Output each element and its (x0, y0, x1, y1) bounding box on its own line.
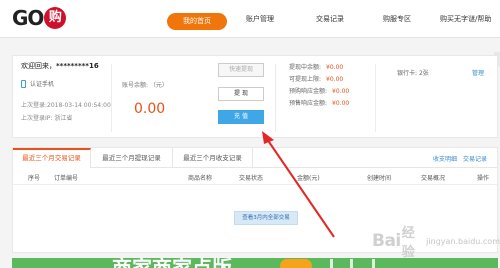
nav-item-account[interactable]: 账户管理 (246, 14, 274, 24)
records-tabs: 最近三个月交易记录 最近三个月提现记录 最近三个月收支记录 收支明细 交易记录 (13, 148, 497, 168)
banner-text: 商家商家点版 (112, 258, 232, 268)
tab-income-records[interactable]: 最近三个月收支记录 (173, 148, 253, 168)
last-login-label: 上次登录: (21, 102, 48, 109)
stat-presale-buy: 预购响应金额: ¥0.00 (289, 86, 349, 95)
column-header: 交易状态 (239, 175, 264, 182)
nav-item-home[interactable]: 我的首页 (167, 13, 227, 30)
last-login-ip: 上次登录IP: 浙江省 (21, 113, 72, 122)
stat-withdrawing: 提现中余额: ¥0.00 (289, 62, 343, 71)
watermark-sub: jingyan.baidu.com (426, 236, 500, 246)
records-table-header: 序号 订单编号 商品名称 交易状态 金额(元) 创建时间 交易概况 操作 (13, 168, 497, 185)
welcome-text: 欢迎回来，*********16 (21, 61, 99, 71)
balance-label: 账号余额: （元） (122, 82, 168, 89)
nav-item-transactions[interactable]: 交易记录 (316, 14, 344, 24)
stat-value: ¥0.00 (326, 64, 344, 71)
last-login-value: 2018-03-14 00:54:00 (47, 102, 111, 109)
panel-divider (275, 64, 276, 132)
express-withdraw-button[interactable]: 快速提现 (218, 63, 264, 77)
stat-value: ¥0.00 (332, 88, 350, 95)
account-panel: 欢迎回来，*********16 认证手机 上次登录:2018-03-14 00… (12, 55, 498, 138)
tab-trade-records[interactable]: 最近三个月交易记录 (13, 148, 91, 168)
bank-card-info: 银行卡: 2张 (397, 68, 429, 77)
banner-decoration (350, 259, 353, 268)
baidu-watermark: Bai 经验 jingyan.baidu.com (372, 222, 500, 260)
phone-verified[interactable]: 认证手机 (21, 79, 54, 88)
phone-icon (21, 79, 26, 88)
nav-item-service[interactable]: 购服专区 (383, 14, 411, 24)
banner-tag (280, 259, 312, 268)
greeting: 欢迎回来， (21, 62, 56, 70)
last-login-time: 上次登录:2018-03-14 00:54:00 (21, 100, 111, 109)
stat-label: 预售响应金额: (289, 100, 328, 107)
recharge-button[interactable]: 充 值 (218, 110, 264, 124)
site-logo[interactable]: GO 购 (12, 6, 67, 30)
username: *********16 (56, 62, 99, 70)
panel-divider (111, 64, 112, 132)
column-header: 订单编号 (54, 175, 79, 182)
column-header: 操作 (477, 175, 490, 182)
column-header: 创建时间 (367, 175, 392, 182)
stat-presale-sell: 预售响应金额: ¥0.00 (289, 98, 349, 107)
column-header: 商品名称 (188, 175, 213, 182)
view-all-trades-button[interactable]: 查看3月内全部交易 (234, 211, 298, 225)
last-login-ip-value: 浙江省 (54, 115, 73, 122)
panel-divider (375, 64, 376, 132)
bank-count: 2张 (418, 70, 429, 77)
balance-value: 0.00 (134, 101, 166, 117)
column-header: 交易概况 (421, 175, 446, 182)
last-login-ip-label: 上次登录IP: (21, 115, 53, 122)
trade-records-link[interactable]: 交易记录 (463, 154, 487, 163)
bank-label: 银行卡: (397, 70, 418, 77)
stat-label: 预购响应金额: (289, 88, 328, 95)
nav-item-help[interactable]: 购买无字谜/帮助 (440, 14, 491, 24)
watermark-brand-2: 经验 (401, 226, 415, 260)
watermark-brand: Bai (372, 231, 401, 251)
logo-text: GO (12, 6, 44, 30)
top-header: GO 购 我的首页 账户管理 交易记录 购服专区 购买无字谜/帮助 (0, 0, 500, 38)
income-detail-link[interactable]: 收支明细 (433, 154, 457, 163)
tab-withdraw-records[interactable]: 最近三个月提现记录 (91, 148, 173, 168)
stat-label: 可提现上限: (289, 76, 322, 83)
withdraw-button[interactable]: 提 现 (218, 87, 264, 101)
stat-withdraw-limit: 可提现上限: ¥0.00 (289, 74, 343, 83)
column-header: 序号 (28, 175, 41, 182)
banner-decoration (330, 259, 333, 268)
stat-value: ¥0.00 (332, 100, 350, 107)
stat-value: ¥0.00 (326, 76, 344, 83)
phone-label: 认证手机 (30, 81, 55, 88)
banner-decoration (372, 259, 375, 268)
logo-badge: 购 (44, 7, 67, 29)
stat-label: 提现中余额: (289, 64, 322, 71)
column-header: 金额(元) (297, 175, 320, 182)
bank-manage-link[interactable]: 管理 (472, 68, 484, 77)
